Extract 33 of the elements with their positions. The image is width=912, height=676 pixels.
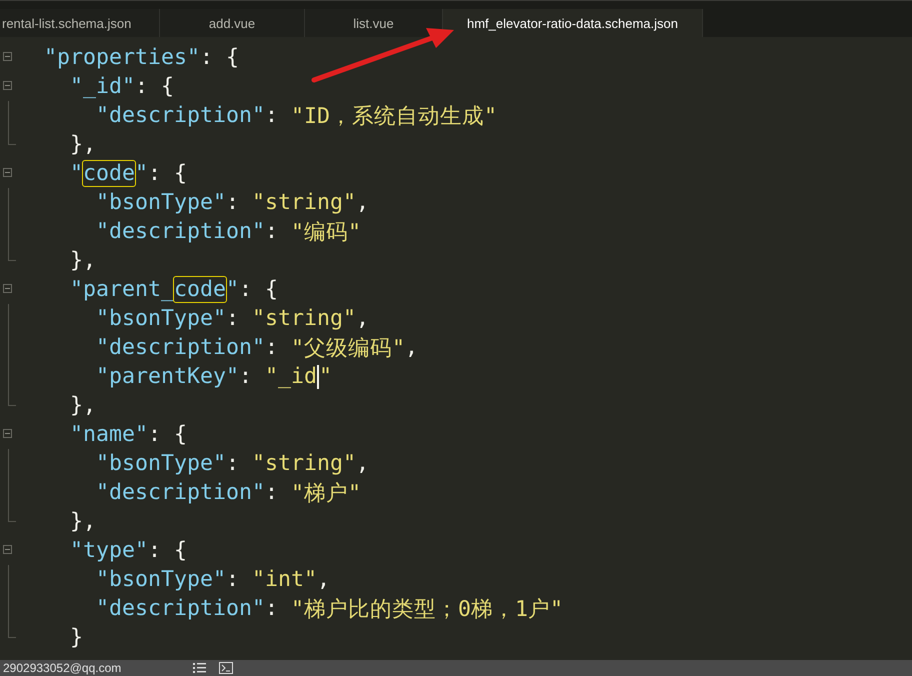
terminal-icon[interactable] bbox=[219, 662, 233, 674]
code-line: "description": "梯户" bbox=[95, 479, 362, 507]
code-line: }, bbox=[69, 132, 96, 157]
code-line: "bsonType": "string", bbox=[95, 451, 370, 476]
tab[interactable]: list.vue bbox=[305, 9, 443, 38]
fold-icon[interactable] bbox=[3, 429, 12, 438]
tab[interactable]: add.vue bbox=[160, 9, 305, 38]
tab[interactable]: rental-list.schema.json bbox=[0, 9, 160, 38]
status-text: 2902933052@qq.com bbox=[3, 660, 122, 676]
fold-icon[interactable] bbox=[3, 284, 12, 293]
code-line: }, bbox=[69, 393, 96, 418]
code-line: "description": "ID，系统自动生成" bbox=[95, 102, 498, 130]
fold-icon[interactable] bbox=[3, 81, 12, 90]
code-line: "properties": { bbox=[44, 45, 240, 70]
code-line: "description": "梯户比的类型；0梯，1户" bbox=[95, 595, 564, 623]
code-line: "bsonType": "string", bbox=[95, 306, 370, 331]
fold-icon[interactable] bbox=[3, 52, 12, 61]
fold-icon[interactable] bbox=[3, 545, 12, 554]
list-icon[interactable] bbox=[193, 662, 206, 674]
fold-icon[interactable] bbox=[3, 168, 12, 177]
code-line: "parentKey": "_id" bbox=[95, 364, 332, 389]
tab[interactable]: hmf_elevator-ratio-data.schema.json bbox=[443, 9, 703, 38]
code-line: "bsonType": "int", bbox=[95, 567, 330, 592]
code-line: "code": { bbox=[69, 161, 188, 186]
code-line: } bbox=[69, 625, 84, 650]
code-line: }, bbox=[69, 509, 96, 534]
code-line: "description": "父级编码", bbox=[95, 334, 418, 362]
code-line: "_id": { bbox=[69, 74, 174, 99]
code-line: "type": { bbox=[69, 538, 188, 563]
code-line: "name": { bbox=[69, 422, 188, 447]
code-line: "bsonType": "string", bbox=[95, 190, 370, 215]
code-line: }, bbox=[69, 248, 96, 273]
code-line: "description": "编码" bbox=[95, 218, 362, 246]
